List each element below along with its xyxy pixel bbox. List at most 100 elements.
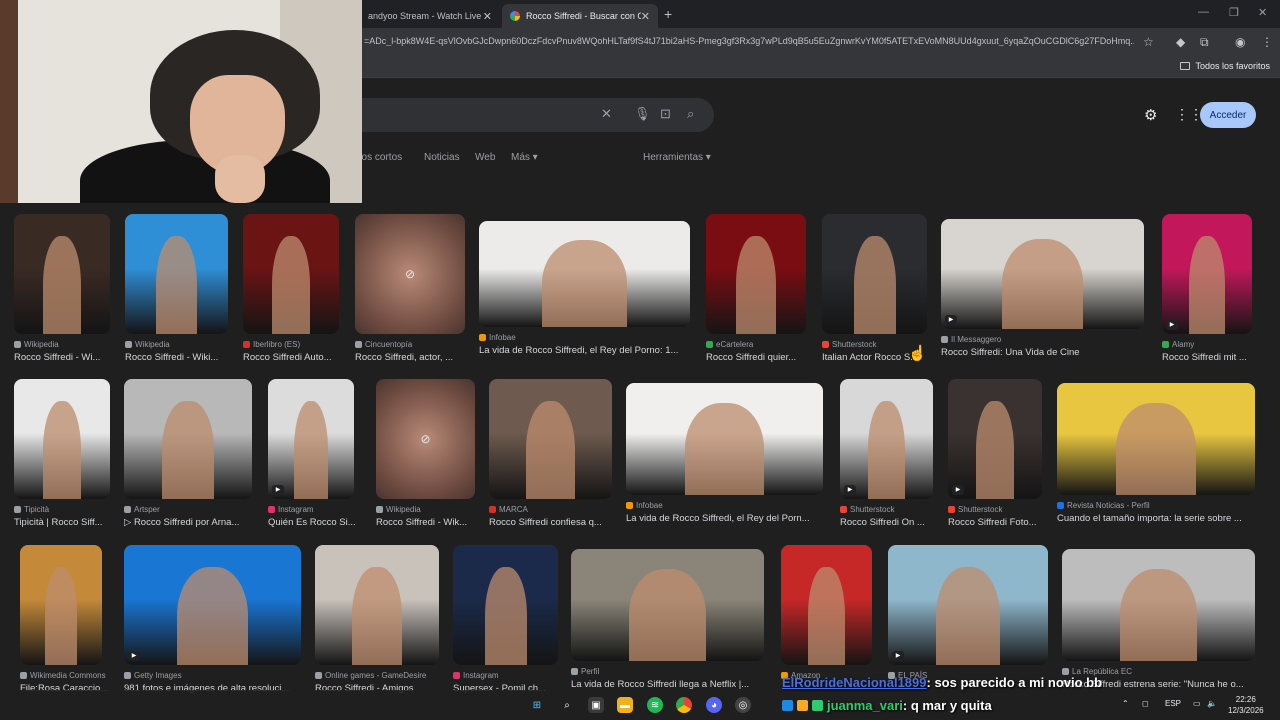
result-caption[interactable]: Rocco Siffredi Foto... — [948, 517, 1042, 528]
result-caption[interactable]: Cuando el tamaño importa: la serie sobre… — [1057, 513, 1255, 524]
result-source[interactable]: Revista Noticias - Perfil — [1057, 501, 1150, 510]
result-caption[interactable]: Rocco Siffredi - Wiki... — [125, 352, 228, 363]
result-thumbnail[interactable] — [822, 214, 927, 334]
result-source[interactable]: MARCA — [489, 505, 528, 514]
search-input[interactable]: ✕ 🎙 ⊡ ⌕ — [330, 98, 714, 132]
result-caption[interactable]: La vida de Rocco Siffredi, el Rey del Po… — [479, 345, 690, 356]
result-caption[interactable]: Rocco Siffredi Auto... — [243, 352, 339, 363]
result-caption[interactable]: Rocco Siffredi On ... — [840, 517, 933, 528]
result-source[interactable]: Tipicità — [14, 505, 49, 514]
result-caption[interactable]: Rocco Siffredi - Wi... — [14, 352, 110, 363]
gear-icon[interactable]: ⚙ — [1144, 106, 1157, 124]
task-view-icon[interactable]: ▣ — [588, 697, 604, 713]
tab-short-videos[interactable]: eos cortos — [356, 152, 402, 163]
result-thumbnail[interactable] — [479, 221, 690, 327]
result-caption[interactable]: Rocco Siffredi quier... — [706, 352, 806, 363]
result-thumbnail[interactable] — [20, 545, 102, 665]
result-caption[interactable]: Rocco Siffredi confiesa q... — [489, 517, 612, 528]
result-thumbnail[interactable] — [14, 379, 110, 499]
language-indicator[interactable]: ESP — [1165, 699, 1181, 708]
result-source[interactable]: Cincuentopía — [355, 340, 412, 349]
result-thumbnail[interactable]: ▶ — [268, 379, 354, 499]
result-source[interactable]: Shutterstock — [948, 505, 1002, 514]
result-caption[interactable]: Rocco Siffredi, actor, ... — [355, 352, 465, 363]
close-window-icon[interactable]: ✕ — [1258, 6, 1267, 19]
result-thumbnail[interactable] — [315, 545, 439, 665]
result-source[interactable]: Shutterstock — [822, 340, 876, 349]
result-source[interactable]: Alamy — [1162, 340, 1194, 349]
sign-in-button[interactable]: Acceder — [1200, 102, 1256, 128]
result-caption[interactable]: La vida de Rocco Siffredi llega a Netfli… — [571, 679, 764, 690]
tab-google-search[interactable]: Rocco Siffredi - Buscar con Goo ✕ — [502, 4, 658, 28]
tab-andyoo-stream[interactable]: andyoo Stream - Watch Live on ✕ — [360, 4, 500, 28]
result-thumbnail[interactable]: ▶ — [124, 545, 301, 665]
microphone-icon[interactable]: 🎙 — [634, 106, 651, 122]
result-caption[interactable]: La vida de Rocco Siffredi, el Rey del Po… — [626, 513, 823, 524]
result-source[interactable]: Artsper — [124, 505, 160, 514]
tab-web[interactable]: Web — [475, 152, 495, 163]
url-field[interactable]: =ADc_l-bpk8W4E-qsVlOvbGJcDwpn60DczFdcvPn… — [364, 36, 1134, 46]
result-caption[interactable]: Rocco Siffredi: Una Vida de Cine — [941, 347, 1144, 358]
extension-icon[interactable]: ◆ — [1176, 35, 1185, 49]
result-caption[interactable]: Quién Es Rocco Si... — [268, 517, 358, 528]
result-thumbnail[interactable] — [781, 545, 872, 665]
system-clock[interactable]: 22:26 12/3/2026 — [1228, 694, 1264, 716]
result-thumbnail[interactable] — [1057, 383, 1255, 495]
new-tab-icon[interactable]: + — [664, 6, 672, 22]
result-thumbnail[interactable] — [243, 214, 339, 334]
clear-icon[interactable]: ✕ — [601, 106, 612, 122]
apps-grid-icon[interactable]: ⋮⋮ — [1175, 106, 1203, 123]
result-thumbnail[interactable] — [626, 383, 823, 495]
result-source[interactable]: Infobae — [479, 333, 516, 342]
result-caption[interactable]: Rocco Siffredi mit ... — [1162, 352, 1252, 363]
result-thumbnail[interactable]: ▶ — [840, 379, 933, 499]
tab-news[interactable]: Noticias — [424, 152, 460, 163]
result-thumbnail[interactable]: ▶ — [1162, 214, 1252, 334]
result-thumbnail[interactable] — [706, 214, 806, 334]
close-tab-icon[interactable]: ✕ — [641, 10, 650, 23]
result-source[interactable]: Instagram — [268, 505, 314, 514]
volume-icon[interactable]: 🔈 — [1207, 699, 1217, 708]
result-source[interactable]: Wikipedia — [14, 340, 59, 349]
result-thumbnail[interactable]: ⊘ — [376, 379, 475, 499]
file-explorer-icon[interactable]: ▬ — [617, 697, 633, 713]
windows-start-icon[interactable]: ⊞ — [529, 697, 545, 713]
search-icon[interactable]: ⌕ — [559, 697, 575, 713]
result-caption[interactable]: Tipicità | Rocco Siff... — [14, 517, 110, 528]
lens-icon[interactable]: ⊡ — [660, 106, 671, 122]
minimize-icon[interactable]: — — [1198, 6, 1209, 18]
puzzle-icon[interactable]: ⧉ — [1200, 35, 1209, 50]
result-source[interactable]: Wikimedia Commons — [20, 671, 106, 680]
result-caption[interactable]: ▷ Rocco Siffredi por Arna... — [124, 517, 252, 528]
maximize-icon[interactable]: ❐ — [1229, 6, 1239, 19]
discord-icon[interactable]: ◕ — [706, 697, 722, 713]
result-source[interactable]: Getty Images — [124, 671, 182, 680]
bookmark-star-icon[interactable]: ☆ — [1143, 35, 1154, 49]
result-thumbnail[interactable] — [453, 545, 558, 665]
result-thumbnail[interactable]: ▶ — [941, 219, 1144, 329]
tray-app-icon[interactable]: ◻ — [1142, 699, 1149, 708]
result-thumbnail[interactable] — [124, 379, 252, 499]
result-source[interactable]: Instagram — [453, 671, 499, 680]
result-thumbnail[interactable] — [489, 379, 612, 499]
result-source[interactable]: Iberlibro (ES) — [243, 340, 300, 349]
result-source[interactable]: eCartelera — [706, 340, 753, 349]
all-bookmarks[interactable]: Todos los favoritos — [1180, 61, 1270, 71]
close-tab-icon[interactable]: ✕ — [483, 10, 492, 23]
search-icon[interactable]: ⌕ — [687, 106, 694, 122]
result-thumbnail[interactable]: ⊘ — [355, 214, 465, 334]
result-source[interactable]: Il Messaggero — [941, 335, 1001, 344]
network-icon[interactable]: ▭ — [1193, 699, 1201, 708]
result-source[interactable]: Perfil — [571, 667, 599, 676]
result-thumbnail[interactable] — [571, 549, 764, 661]
tray-expand-icon[interactable]: ⌃ — [1122, 699, 1129, 708]
result-thumbnail[interactable] — [125, 214, 228, 334]
result-source[interactable]: Shutterstock — [840, 505, 894, 514]
obs-icon[interactable]: ◎ — [735, 697, 751, 713]
tools-button[interactable]: Herramientas ▾ — [643, 152, 711, 163]
result-thumbnail[interactable] — [1062, 549, 1255, 661]
result-thumbnail[interactable] — [14, 214, 110, 334]
profile-icon[interactable]: ◉ — [1235, 35, 1245, 49]
result-caption[interactable]: Rocco Siffredi - Wik... — [376, 517, 475, 528]
chrome-icon[interactable] — [676, 697, 692, 713]
